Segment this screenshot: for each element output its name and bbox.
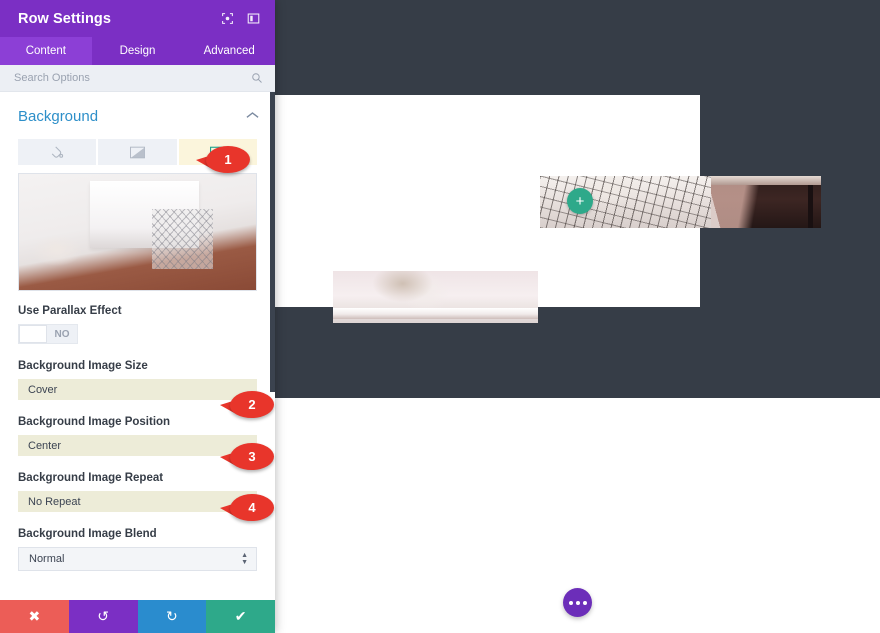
redo-icon: ↻ [166, 608, 178, 624]
canvas-image-band-2[interactable] [540, 176, 712, 228]
image-blend-field: Background Image Blend Normal ▲ ▼ [0, 528, 275, 571]
paint-drop-icon [51, 146, 64, 158]
section-title: Background [18, 108, 99, 125]
dot-icon [582, 600, 587, 605]
desk-still-life-photo [333, 271, 538, 323]
page-canvas[interactable]: + [275, 0, 880, 633]
save-button[interactable]: ✔ [206, 600, 275, 633]
background-type-toggle [18, 139, 257, 165]
discard-button[interactable]: ✖ [0, 600, 69, 633]
plus-icon: + [575, 192, 585, 210]
dot-icon [568, 600, 573, 605]
builder-menu-fab[interactable] [563, 588, 592, 617]
layout-columns-icon[interactable] [243, 9, 263, 29]
image-repeat-value[interactable]: No Repeat [18, 491, 257, 512]
canvas-image-band-3[interactable] [711, 176, 821, 228]
parallax-field: Use Parallax Effect NO [0, 305, 275, 344]
panel-action-bar: ✖ ↺ ↻ ✔ [0, 600, 275, 633]
panel-scrollbar[interactable] [270, 92, 275, 600]
image-position-value[interactable]: Center [18, 435, 257, 456]
gradient-icon [130, 146, 145, 158]
parallax-label: Use Parallax Effect [18, 305, 122, 317]
image-repeat-label: Background Image Repeat [18, 472, 164, 484]
builder-screen: + Row Settings Content Design Advanced S… [0, 0, 880, 633]
image-blend-select[interactable]: Normal ▲ ▼ [18, 547, 257, 571]
image-position-field: Background Image Position Center [0, 416, 275, 456]
close-icon: ✖ [28, 608, 41, 624]
search-input[interactable] [14, 72, 251, 84]
toggle-knob[interactable] [19, 325, 47, 343]
tab-content[interactable]: Content [0, 37, 92, 65]
undo-button[interactable]: ↺ [68, 600, 138, 633]
image-size-value[interactable]: Cover [18, 379, 257, 400]
chevron-up-icon[interactable] [246, 111, 259, 123]
undo-icon: ↺ [97, 608, 109, 624]
image-size-label: Background Image Size [18, 360, 148, 372]
panel-body: Background Use Parallax Effect NO Backgr… [0, 92, 275, 600]
add-module-button[interactable]: + [567, 188, 593, 214]
background-image-preview[interactable] [18, 173, 257, 291]
panel-tabs: Content Design Advanced [0, 37, 275, 65]
panel-scrollbar-thumb[interactable] [270, 92, 275, 392]
image-icon [210, 146, 226, 158]
image-blend-label: Background Image Blend [18, 528, 157, 540]
background-image-tab[interactable] [178, 139, 257, 165]
panel-scroll-content: Background Use Parallax Effect NO Backgr… [0, 92, 275, 579]
image-size-field: Background Image Size Cover [0, 360, 275, 400]
image-position-label: Background Image Position [18, 416, 171, 428]
dark-floor-photo [711, 176, 821, 228]
parallax-toggle[interactable]: NO [18, 324, 78, 344]
check-icon: ✔ [234, 608, 247, 624]
row-settings-panel: Row Settings Content Design Advanced Sea… [0, 0, 275, 633]
dot-icon [575, 600, 580, 605]
parallax-toggle-value: NO [54, 328, 70, 340]
background-section-header[interactable]: Background [0, 92, 275, 135]
panel-title: Row Settings [18, 10, 112, 27]
wire-chair-photo [540, 176, 712, 228]
search-bar[interactable] [0, 65, 275, 92]
redo-button[interactable]: ↻ [137, 600, 207, 633]
panel-header: Row Settings [0, 0, 275, 37]
image-blend-value: Normal [29, 553, 65, 565]
search-icon[interactable] [251, 72, 263, 84]
image-repeat-field: Background Image Repeat No Repeat [0, 472, 275, 512]
background-color-tab[interactable] [18, 139, 99, 165]
canvas-image-band-1[interactable] [333, 271, 538, 323]
focus-target-icon[interactable] [217, 9, 237, 29]
background-gradient-tab[interactable] [98, 139, 179, 165]
chevron-updown-icon: ▲ ▼ [241, 552, 248, 566]
tab-design[interactable]: Design [92, 37, 184, 65]
tab-advanced[interactable]: Advanced [183, 37, 275, 65]
